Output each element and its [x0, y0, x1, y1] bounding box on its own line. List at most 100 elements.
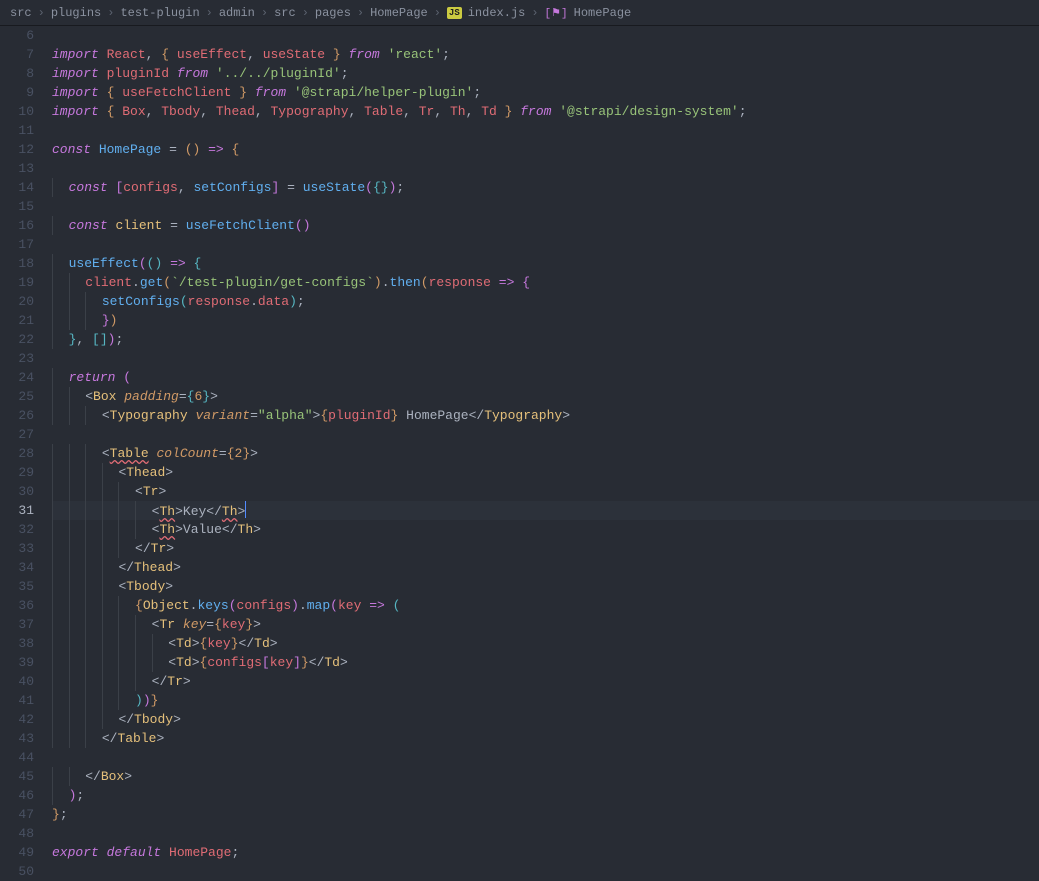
code-line[interactable] — [52, 159, 1039, 178]
line-number: 26 — [0, 406, 34, 425]
code-line[interactable]: const client = useFetchClient() — [52, 216, 1039, 235]
line-number: 45 — [0, 767, 34, 786]
line-number: 9 — [0, 83, 34, 102]
code-line[interactable]: ); — [52, 786, 1039, 805]
code-line[interactable]: }; — [52, 805, 1039, 824]
line-number-gutter: 6789101112131415161718192021222324252627… — [0, 26, 52, 879]
line-number: 39 — [0, 653, 34, 672]
breadcrumb-item[interactable]: test-plugin — [120, 6, 199, 20]
code-line[interactable]: </Thead> — [52, 558, 1039, 577]
code-line[interactable]: <Table colCount={2}> — [52, 444, 1039, 463]
code-line[interactable]: </Tbody> — [52, 710, 1039, 729]
code-line[interactable]: </Table> — [52, 729, 1039, 748]
code-line[interactable] — [52, 748, 1039, 767]
code-line[interactable]: <Tr key={key}> — [52, 615, 1039, 634]
code-line[interactable]: </Tr> — [52, 539, 1039, 558]
code-line[interactable]: }) — [52, 311, 1039, 330]
line-number: 43 — [0, 729, 34, 748]
breadcrumb-item[interactable]: index.js — [468, 6, 526, 20]
chevron-right-icon: › — [434, 6, 441, 20]
breadcrumb-item[interactable]: HomePage — [574, 6, 632, 20]
code-line[interactable]: <Th>Value</Th> — [52, 520, 1039, 539]
symbol-method-icon: [⚑] — [545, 6, 568, 20]
code-line[interactable]: import pluginId from '../../pluginId'; — [52, 64, 1039, 83]
code-line[interactable] — [52, 235, 1039, 254]
line-number: 25 — [0, 387, 34, 406]
line-number: 41 — [0, 691, 34, 710]
code-line[interactable] — [52, 425, 1039, 444]
code-line[interactable]: <Tbody> — [52, 577, 1039, 596]
line-number: 6 — [0, 26, 34, 45]
line-number: 22 — [0, 330, 34, 349]
code-line[interactable]: <Td>{key}</Td> — [52, 634, 1039, 653]
line-number: 48 — [0, 824, 34, 843]
line-number: 19 — [0, 273, 34, 292]
line-number: 44 — [0, 748, 34, 767]
line-number: 13 — [0, 159, 34, 178]
line-number: 15 — [0, 197, 34, 216]
code-line[interactable]: <Tr> — [52, 482, 1039, 501]
line-number: 31 — [0, 501, 34, 520]
code-line[interactable] — [52, 349, 1039, 368]
line-number: 18 — [0, 254, 34, 273]
chevron-right-icon: › — [206, 6, 213, 20]
code-line[interactable]: </Tr> — [52, 672, 1039, 691]
chevron-right-icon: › — [302, 6, 309, 20]
chevron-right-icon: › — [107, 6, 114, 20]
breadcrumb: src › plugins › test-plugin › admin › sr… — [0, 0, 1039, 26]
code-line[interactable]: useEffect(() => { — [52, 254, 1039, 273]
line-number: 28 — [0, 444, 34, 463]
line-number: 24 — [0, 368, 34, 387]
code-line[interactable]: }, []); — [52, 330, 1039, 349]
js-file-icon: JS — [447, 7, 462, 19]
line-number: 33 — [0, 539, 34, 558]
breadcrumb-item[interactable]: admin — [219, 6, 255, 20]
line-number: 46 — [0, 786, 34, 805]
line-number: 50 — [0, 862, 34, 881]
chevron-right-icon: › — [261, 6, 268, 20]
code-line[interactable] — [52, 862, 1039, 881]
line-number: 40 — [0, 672, 34, 691]
code-line[interactable]: import { useFetchClient } from '@strapi/… — [52, 83, 1039, 102]
code-editor[interactable]: 6789101112131415161718192021222324252627… — [0, 26, 1039, 879]
line-number: 12 — [0, 140, 34, 159]
line-number: 14 — [0, 178, 34, 197]
line-number: 42 — [0, 710, 34, 729]
code-line[interactable]: import { Box, Tbody, Thead, Typography, … — [52, 102, 1039, 121]
breadcrumb-item[interactable]: HomePage — [370, 6, 428, 20]
code-line[interactable]: ))} — [52, 691, 1039, 710]
code-line[interactable] — [52, 197, 1039, 216]
line-number: 16 — [0, 216, 34, 235]
line-number: 32 — [0, 520, 34, 539]
line-number: 37 — [0, 615, 34, 634]
breadcrumb-item[interactable]: src — [274, 6, 296, 20]
chevron-right-icon: › — [531, 6, 538, 20]
line-number: 11 — [0, 121, 34, 140]
line-number: 23 — [0, 349, 34, 368]
code-line[interactable]: client.get(`/test-plugin/get-configs`).t… — [52, 273, 1039, 292]
line-number: 21 — [0, 311, 34, 330]
code-line[interactable]: import React, { useEffect, useState } fr… — [52, 45, 1039, 64]
code-line[interactable]: const HomePage = () => { — [52, 140, 1039, 159]
code-line[interactable]: <Td>{configs[key]}</Td> — [52, 653, 1039, 672]
code-line[interactable] — [52, 824, 1039, 843]
breadcrumb-item[interactable]: src — [10, 6, 32, 20]
breadcrumb-item[interactable]: pages — [315, 6, 351, 20]
code-line[interactable]: </Box> — [52, 767, 1039, 786]
code-line[interactable] — [52, 26, 1039, 45]
code-line[interactable]: {Object.keys(configs).map(key => ( — [52, 596, 1039, 615]
code-line[interactable]: const [configs, setConfigs] = useState({… — [52, 178, 1039, 197]
code-line[interactable]: <Box padding={6}> — [52, 387, 1039, 406]
line-number: 47 — [0, 805, 34, 824]
code-area[interactable]: import React, { useEffect, useState } fr… — [52, 26, 1039, 879]
breadcrumb-item[interactable]: plugins — [51, 6, 101, 20]
line-number: 35 — [0, 577, 34, 596]
code-line[interactable]: setConfigs(response.data); — [52, 292, 1039, 311]
line-number: 38 — [0, 634, 34, 653]
code-line[interactable]: <Thead> — [52, 463, 1039, 482]
code-line[interactable] — [52, 121, 1039, 140]
code-line[interactable]: return ( — [52, 368, 1039, 387]
code-line[interactable]: export default HomePage; — [52, 843, 1039, 862]
code-line[interactable]: <Th>Key</Th> — [52, 501, 1039, 520]
code-line[interactable]: <Typography variant="alpha">{pluginId} H… — [52, 406, 1039, 425]
